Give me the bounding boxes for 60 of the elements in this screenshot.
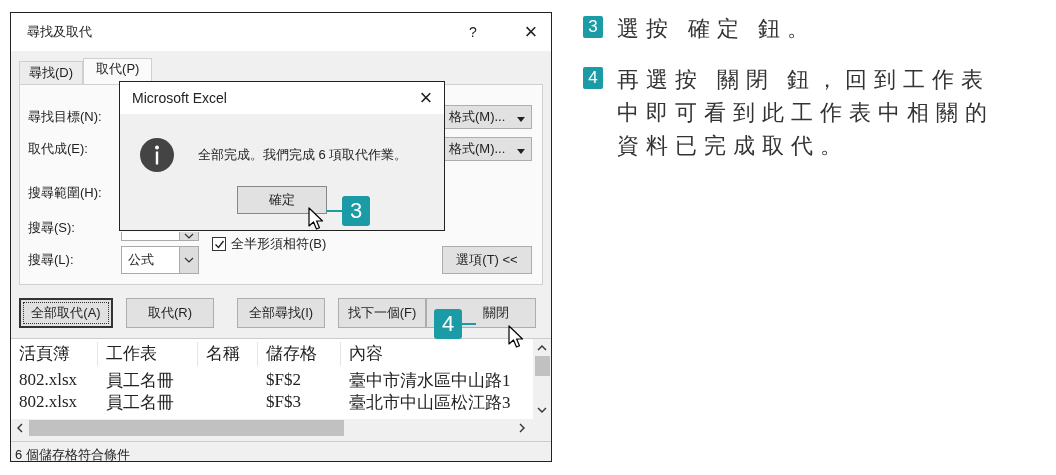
column-header[interactable]: 活頁簿: [11, 342, 98, 366]
step-text: 選按 確定 鈕。: [617, 15, 817, 43]
step-badge: 3: [342, 196, 370, 226]
format-button[interactable]: 格式(M)...: [442, 137, 532, 161]
help-button[interactable]: ?: [461, 24, 485, 40]
scroll-thumb[interactable]: [534, 356, 550, 376]
tab[interactable]: 尋找(D): [19, 61, 84, 84]
field-label: 搜尋範圍(H):: [28, 184, 103, 202]
scroll-thumb[interactable]: [29, 420, 344, 436]
field-label: 取代成(E):: [28, 140, 89, 158]
step-badge: 4: [434, 309, 462, 339]
leader-line: [326, 210, 342, 212]
tab[interactable]: 取代(P): [83, 58, 153, 84]
dialog-button[interactable]: 全部尋找(I): [237, 298, 325, 328]
format-button[interactable]: 格式(M)...: [442, 105, 532, 129]
window-title: 尋找及取代: [27, 23, 93, 41]
field-label: 搜尋(S):: [28, 219, 76, 237]
scroll-right-icon[interactable]: [519, 423, 525, 433]
caret-icon: [517, 148, 525, 154]
dialog-button[interactable]: 全部取代(A): [19, 298, 113, 328]
table-cell-text: 802.xlsx: [18, 392, 79, 412]
info-icon: [140, 138, 174, 172]
checkbox[interactable]: [212, 237, 226, 251]
scroll-down-icon[interactable]: [537, 407, 547, 413]
table-cell-text: 臺北市中山區松江路3: [348, 391, 512, 414]
column-header[interactable]: 工作表: [98, 342, 198, 366]
caret-icon: [184, 233, 194, 239]
caret-icon: [184, 257, 194, 263]
caret-icon: [517, 116, 525, 122]
ok-button[interactable]: 確定: [237, 186, 327, 214]
dialog-button[interactable]: 找下一個(F): [338, 298, 426, 328]
table-cell-text: 員工名冊: [105, 391, 175, 414]
dropdown-field[interactable]: 公式: [121, 246, 199, 274]
table-cell-text: $F$2: [265, 370, 302, 390]
column-header[interactable]: 名稱: [198, 342, 258, 366]
table-cell-text: 802.xlsx: [18, 370, 79, 390]
scroll-left-icon[interactable]: [17, 423, 23, 433]
column-header[interactable]: 內容: [341, 342, 531, 366]
step-number: 3: [583, 16, 603, 38]
status-bar: 6 個儲存格符合條件: [11, 441, 551, 461]
column-header[interactable]: 儲存格: [258, 342, 341, 366]
table-cell-text: 員工名冊: [105, 369, 175, 392]
message-text: 全部完成。我們完成 6 項取代作業。: [198, 146, 408, 164]
step-text: 再選按 關閉 鈕，回到工作表中即可看到此工作表中相關的資料已完成取代。: [617, 66, 995, 160]
message-title: Microsoft Excel: [132, 90, 228, 106]
close-button[interactable]: ×: [408, 87, 444, 109]
options-button[interactable]: 選項(T) <<: [442, 246, 532, 274]
table-cell-text: 臺中市清水區中山路1: [348, 369, 512, 392]
checkbox-label: 全半形須相符(B): [231, 235, 327, 253]
scroll-up-icon[interactable]: [537, 345, 547, 351]
dropdown-field[interactable]: [121, 232, 199, 241]
step-number: 4: [583, 67, 603, 89]
table-cell-text: $F$3: [265, 392, 302, 412]
close-button[interactable]: ×: [511, 21, 551, 43]
leader-line: [462, 323, 476, 325]
cursor-icon: [308, 207, 326, 231]
field-label: 尋找目標(N):: [28, 108, 103, 126]
vertical-scrollbar[interactable]: [533, 339, 551, 419]
field-label: 搜尋(L):: [28, 251, 75, 269]
dialog-button[interactable]: 取代(R): [126, 298, 214, 328]
